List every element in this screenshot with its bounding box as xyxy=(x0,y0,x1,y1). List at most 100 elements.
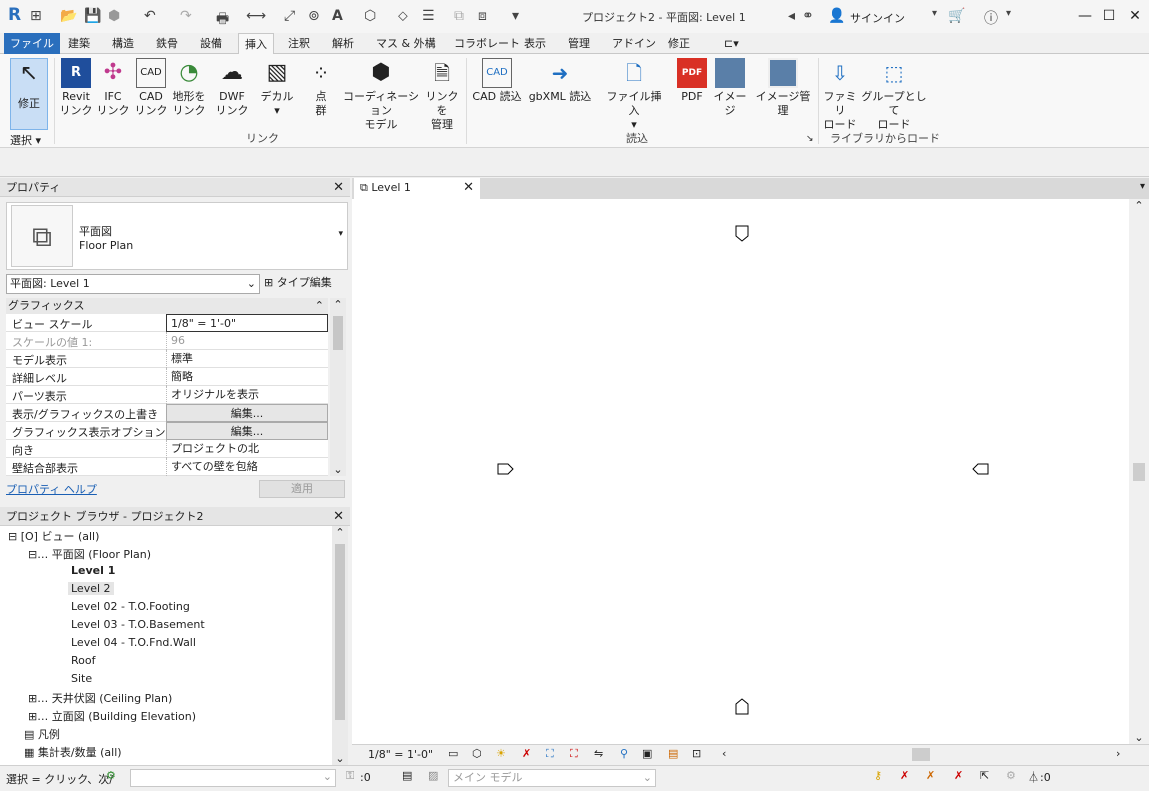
section-icon[interactable]: ⬦ xyxy=(398,8,408,24)
tab-systems[interactable]: 設備 xyxy=(194,33,228,54)
3d-view-icon[interactable]: ⬡ xyxy=(364,8,376,24)
apply-button[interactable]: 適用 xyxy=(259,480,345,498)
ifc-link-button[interactable]: ✣ IFC リンク xyxy=(96,58,130,118)
manage-images-button[interactable]: イメージ管理 xyxy=(752,58,814,118)
scroll-up-icon[interactable]: ⌃ xyxy=(332,526,348,539)
view-tab-level-1[interactable]: ⧉ Level 1 ✕ xyxy=(354,178,480,199)
tab-insert[interactable]: 挿入 xyxy=(238,33,274,55)
crop-view-icon[interactable]: ⛶ xyxy=(546,747,554,761)
switch-windows-icon[interactable]: ⧈ xyxy=(478,8,487,24)
design-option-dropdown[interactable]: メイン モデル ⌄ xyxy=(448,769,656,787)
maximize-button[interactable]: ☐ xyxy=(1098,6,1120,26)
scroll-thumb[interactable] xyxy=(333,316,343,350)
crop-region-icon[interactable]: ⛶ xyxy=(570,747,578,761)
tab-manage[interactable]: 管理 xyxy=(562,33,596,54)
tree-level-1[interactable]: Level 1 xyxy=(71,564,115,577)
prop-row-graphic-display[interactable]: グラフィックス表示オプション 編集... xyxy=(6,422,328,440)
scroll-thumb[interactable] xyxy=(1133,463,1145,481)
tag-icon[interactable]: ⊚ xyxy=(308,8,320,24)
tab-view[interactable]: 表示 xyxy=(518,33,552,54)
tab-file[interactable]: ファイル xyxy=(4,33,60,54)
point-cloud-button[interactable]: ⁘ 点群 xyxy=(304,58,338,118)
visual-style-icon[interactable]: ⬡ xyxy=(472,747,482,760)
temp-hide-icon[interactable]: ⚲ xyxy=(620,747,628,760)
tree-site[interactable]: Site xyxy=(71,672,92,685)
tree-level-02[interactable]: Level 02 - T.O.Footing xyxy=(71,600,190,613)
undo-icon[interactable]: ↶ xyxy=(144,8,156,24)
elevation-marker-west[interactable] xyxy=(497,463,514,475)
properties-help-link[interactable]: プロパティ ヘルプ xyxy=(6,481,97,497)
tree-elevation[interactable]: ⊞… 立面図 (Building Elevation) xyxy=(28,708,196,724)
temp-view-props-icon[interactable]: ▤ xyxy=(668,747,678,760)
load-as-group-button[interactable]: ⬚ グループとして ロード xyxy=(860,58,928,132)
home-icon[interactable]: ⊞ xyxy=(30,8,42,24)
tab-steel[interactable]: 鉄骨 xyxy=(150,33,184,54)
tab-collaborate[interactable]: コラボレート xyxy=(448,33,526,54)
binoculars-icon[interactable]: ⚭ xyxy=(802,8,814,24)
measure-icon[interactable]: ⟷ xyxy=(246,8,266,24)
scroll-down-icon[interactable]: ⌄ xyxy=(1129,731,1149,744)
cart-icon[interactable]: 🛒 xyxy=(948,8,965,24)
tree-legend[interactable]: ▤ 凡例 xyxy=(24,726,60,742)
select-dropdown[interactable]: 選択 ▾ xyxy=(10,132,41,148)
prop-value[interactable]: 簡略 xyxy=(166,368,328,386)
revit-link-button[interactable]: R Revit リンク xyxy=(58,58,94,118)
tree-roof[interactable]: Roof xyxy=(71,654,95,667)
prop-value[interactable]: 1/8" = 1'-0" xyxy=(166,314,328,332)
prop-row-vg-overrides[interactable]: 表示/グラフィックスの上書き 編集... xyxy=(6,404,328,422)
ribbon-toggle-icon[interactable]: ⊏▾ xyxy=(718,33,745,54)
sun-path-icon[interactable]: ☀ xyxy=(496,747,506,760)
scroll-right-icon[interactable]: › xyxy=(1116,747,1120,760)
elevation-marker-south[interactable] xyxy=(735,698,749,715)
insert-from-file-button[interactable]: 🗋 ファイル挿入 ▾ xyxy=(602,58,666,132)
image-import-button[interactable]: イメージ xyxy=(710,58,750,118)
canvas-vertical-scrollbar[interactable]: ⌃ ⌄ xyxy=(1129,199,1149,744)
prop-value[interactable]: 標準 xyxy=(166,350,328,368)
tree-floor-plan[interactable]: ⊟… 平面図 (Floor Plan) xyxy=(28,546,151,562)
reveal-hidden-icon[interactable]: ▣ xyxy=(642,747,652,760)
sync-icon[interactable]: ⬢ xyxy=(108,8,120,24)
load-family-button[interactable]: ⇩ ファミリ ロード xyxy=(822,58,858,132)
customize-icon[interactable]: ▾ xyxy=(512,8,519,24)
browser-close-icon[interactable]: ✕ xyxy=(333,507,344,526)
elevation-marker-north[interactable] xyxy=(735,225,749,242)
hide-analytical-icon[interactable]: ⊡ xyxy=(692,747,701,760)
tab-addins[interactable]: アドイン xyxy=(606,33,662,54)
shadows-icon[interactable]: ✗ xyxy=(522,747,531,760)
dwf-link-button[interactable]: ☁ DWF リンク xyxy=(214,58,250,118)
pdf-import-button[interactable]: PDF PDF xyxy=(676,58,708,104)
properties-close-icon[interactable]: ✕ xyxy=(333,178,344,197)
tab-massing[interactable]: マス & 外構 xyxy=(370,33,442,54)
manage-links-button[interactable]: 🗎 リンクを 管理 xyxy=(422,58,462,132)
expand-icon[interactable]: ⊞ xyxy=(28,710,37,723)
tab-modify[interactable]: 修正 xyxy=(662,33,696,54)
gbxml-import-button[interactable]: ➜ gbXML 読込 xyxy=(526,58,594,104)
tabs-dropdown-icon[interactable]: ▾ xyxy=(1140,181,1145,192)
signin-dropdown-icon[interactable]: ▾ xyxy=(932,8,937,19)
cad-import-button[interactable]: CAD CAD 読込 xyxy=(470,58,524,104)
search-arrows-icon[interactable]: ◂ xyxy=(788,8,795,24)
workset-dropdown[interactable]: ⌄ xyxy=(130,769,336,787)
browser-scrollbar[interactable]: ⌃ ⌄ xyxy=(332,526,348,765)
vg-edit-button[interactable]: 編集... xyxy=(166,404,328,422)
detail-level-icon[interactable]: ▭ xyxy=(448,747,458,760)
scroll-up-icon[interactable]: ⌃ xyxy=(1129,199,1149,212)
prop-row-model-display[interactable]: モデル表示 標準 xyxy=(6,350,328,368)
instance-selector[interactable]: 平面図: Level 1 ⌄ xyxy=(6,274,260,294)
prop-row-parts-visibility[interactable]: パーツ表示 オリジナルを表示 xyxy=(6,386,328,404)
tab-structure[interactable]: 構造 xyxy=(106,33,140,54)
tree-level-03[interactable]: Level 03 - T.O.Basement xyxy=(71,618,205,631)
prop-row-orientation[interactable]: 向き プロジェクトの北 xyxy=(6,440,328,458)
scroll-left-icon[interactable]: ‹ xyxy=(722,747,726,760)
tab-architecture[interactable]: 建築 xyxy=(62,33,96,54)
decal-button[interactable]: ▧ デカル ▾ xyxy=(258,58,296,118)
help-icon[interactable]: ⓘ xyxy=(984,8,998,28)
select-pinned-icon[interactable]: ✗ xyxy=(926,769,935,782)
tree-views[interactable]: ⊟ [O] ビュー (all) xyxy=(8,528,99,544)
scroll-thumb[interactable] xyxy=(335,544,345,720)
collapse-icon[interactable]: ⊟ xyxy=(8,530,17,543)
close-hidden-icon[interactable]: ⧉ xyxy=(454,8,464,24)
scroll-down-icon[interactable]: ⌄ xyxy=(330,463,346,476)
prop-row-detail-level[interactable]: 詳細レベル 簡略 xyxy=(6,368,328,386)
graphics-section-header[interactable]: グラフィックス ⌃ xyxy=(6,298,328,314)
